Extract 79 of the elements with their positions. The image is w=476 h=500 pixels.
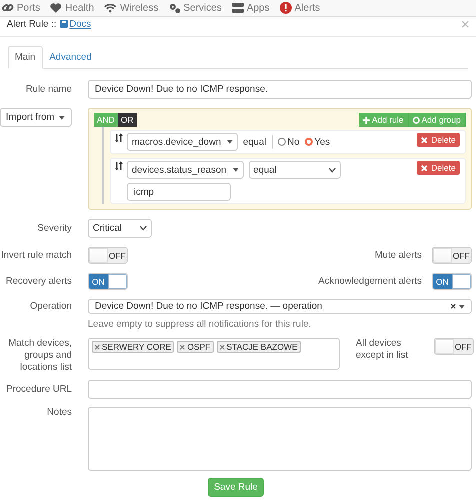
url-field[interactable] (88, 380, 472, 399)
caret-icon (227, 140, 234, 144)
nav-link[interactable]: Ports (17, 2, 40, 14)
tags-field[interactable]: SERWERY CORE OSPF STACJE BAZOWE (88, 338, 340, 370)
field-label: Match devices, groups and locations list (8, 338, 72, 374)
caret-icon (459, 304, 465, 308)
toggle-label: OFF (452, 248, 471, 263)
field-select[interactable]: devices.status_reason (127, 161, 244, 179)
chevron-icon (328, 168, 336, 172)
close-icon[interactable] (462, 20, 469, 28)
condition-toggle[interactable]: OR (118, 113, 137, 127)
toggle-knob[interactable] (435, 339, 454, 354)
radio-option[interactable]: No (278, 136, 300, 148)
radio-option[interactable]: Yes (304, 136, 330, 148)
nav-link[interactable]: Services (184, 2, 222, 14)
remove-icon[interactable] (220, 344, 225, 350)
dialog-title: Alert Rule :: (7, 18, 57, 30)
toggle-label: OFF (454, 339, 473, 354)
remove-icon[interactable] (95, 344, 100, 350)
tag[interactable]: STACJE BAZOWE (216, 341, 301, 353)
import-button[interactable]: Import from (0, 108, 72, 127)
value-field[interactable]: icmp (127, 183, 231, 201)
field-select[interactable]: macros.device_down (127, 133, 238, 151)
toggle-label: OFF (108, 248, 127, 263)
delete-button[interactable]: Delete (417, 133, 460, 147)
remove-icon[interactable] (180, 344, 186, 350)
toggle-switch[interactable]: OFF (432, 247, 472, 264)
toggle-knob[interactable] (89, 248, 108, 263)
close-icon (421, 136, 428, 144)
nav-link[interactable]: Alerts (294, 2, 320, 14)
field-label: Procedure URL (6, 384, 72, 395)
field-label: Severity (36, 223, 72, 234)
chevron-icon (140, 226, 147, 231)
tag[interactable]: OSPF (177, 341, 214, 353)
toggle-switch[interactable]: OFF (88, 247, 128, 264)
sort-icon[interactable] (115, 161, 123, 171)
toggle-switch[interactable]: ON (88, 273, 128, 290)
toggle-knob[interactable] (108, 274, 127, 289)
clear-icon[interactable] (451, 304, 456, 309)
toggle-label: ON (89, 274, 108, 289)
tag[interactable]: SERWERY CORE (92, 341, 174, 353)
field-label: Invert rule match (0, 250, 72, 261)
field-label: Acknowledgement alerts (318, 276, 422, 287)
toggle-switch[interactable]: OFF (434, 338, 474, 355)
server-icon (232, 3, 244, 13)
nav-link[interactable]: Apps (246, 2, 270, 14)
tab[interactable]: Advanced (42, 46, 99, 69)
docs-link[interactable]: Docs (60, 18, 92, 30)
toggle-knob[interactable] (433, 248, 452, 263)
operator-select[interactable]: equal (248, 161, 341, 179)
notes-field[interactable] (88, 406, 472, 471)
operation-select[interactable]: Device Down! Due to no ICMP response. — operation (88, 299, 472, 314)
caret-icon (232, 168, 239, 172)
field-label: Notes (46, 406, 72, 418)
severity-select[interactable]: Critical (88, 219, 152, 238)
help-text: Leave empty to suppress all notifications for this rule. (88, 319, 312, 330)
toggle-label: ON (433, 274, 452, 289)
gears-icon (168, 2, 181, 14)
wifi-icon (104, 3, 118, 13)
link-icon (2, 2, 14, 14)
operator-label: equal (243, 136, 266, 148)
tab[interactable]: Main (8, 46, 43, 69)
nav-link[interactable]: Wireless (120, 2, 159, 14)
field-label: Rule name (25, 84, 72, 95)
plus-icon (363, 116, 370, 124)
delete-button[interactable]: Delete (417, 161, 460, 175)
rule-name-field[interactable]: Device Down! Due to no ICMP response. (88, 80, 472, 99)
field-label: Operation (29, 301, 72, 312)
field-label: Recovery alerts (5, 276, 72, 287)
nav-link[interactable]: Health (65, 2, 94, 14)
sort-icon[interactable] (115, 133, 123, 143)
heart-icon (50, 2, 62, 14)
circle-icon (412, 116, 420, 124)
toggle-knob[interactable] (452, 274, 471, 289)
field-label: Mute alerts (374, 250, 422, 261)
toggle-switch[interactable]: ON (432, 273, 472, 290)
field-label: All devices except in list (356, 338, 410, 362)
close-icon (421, 164, 428, 172)
caret-icon (58, 116, 65, 120)
